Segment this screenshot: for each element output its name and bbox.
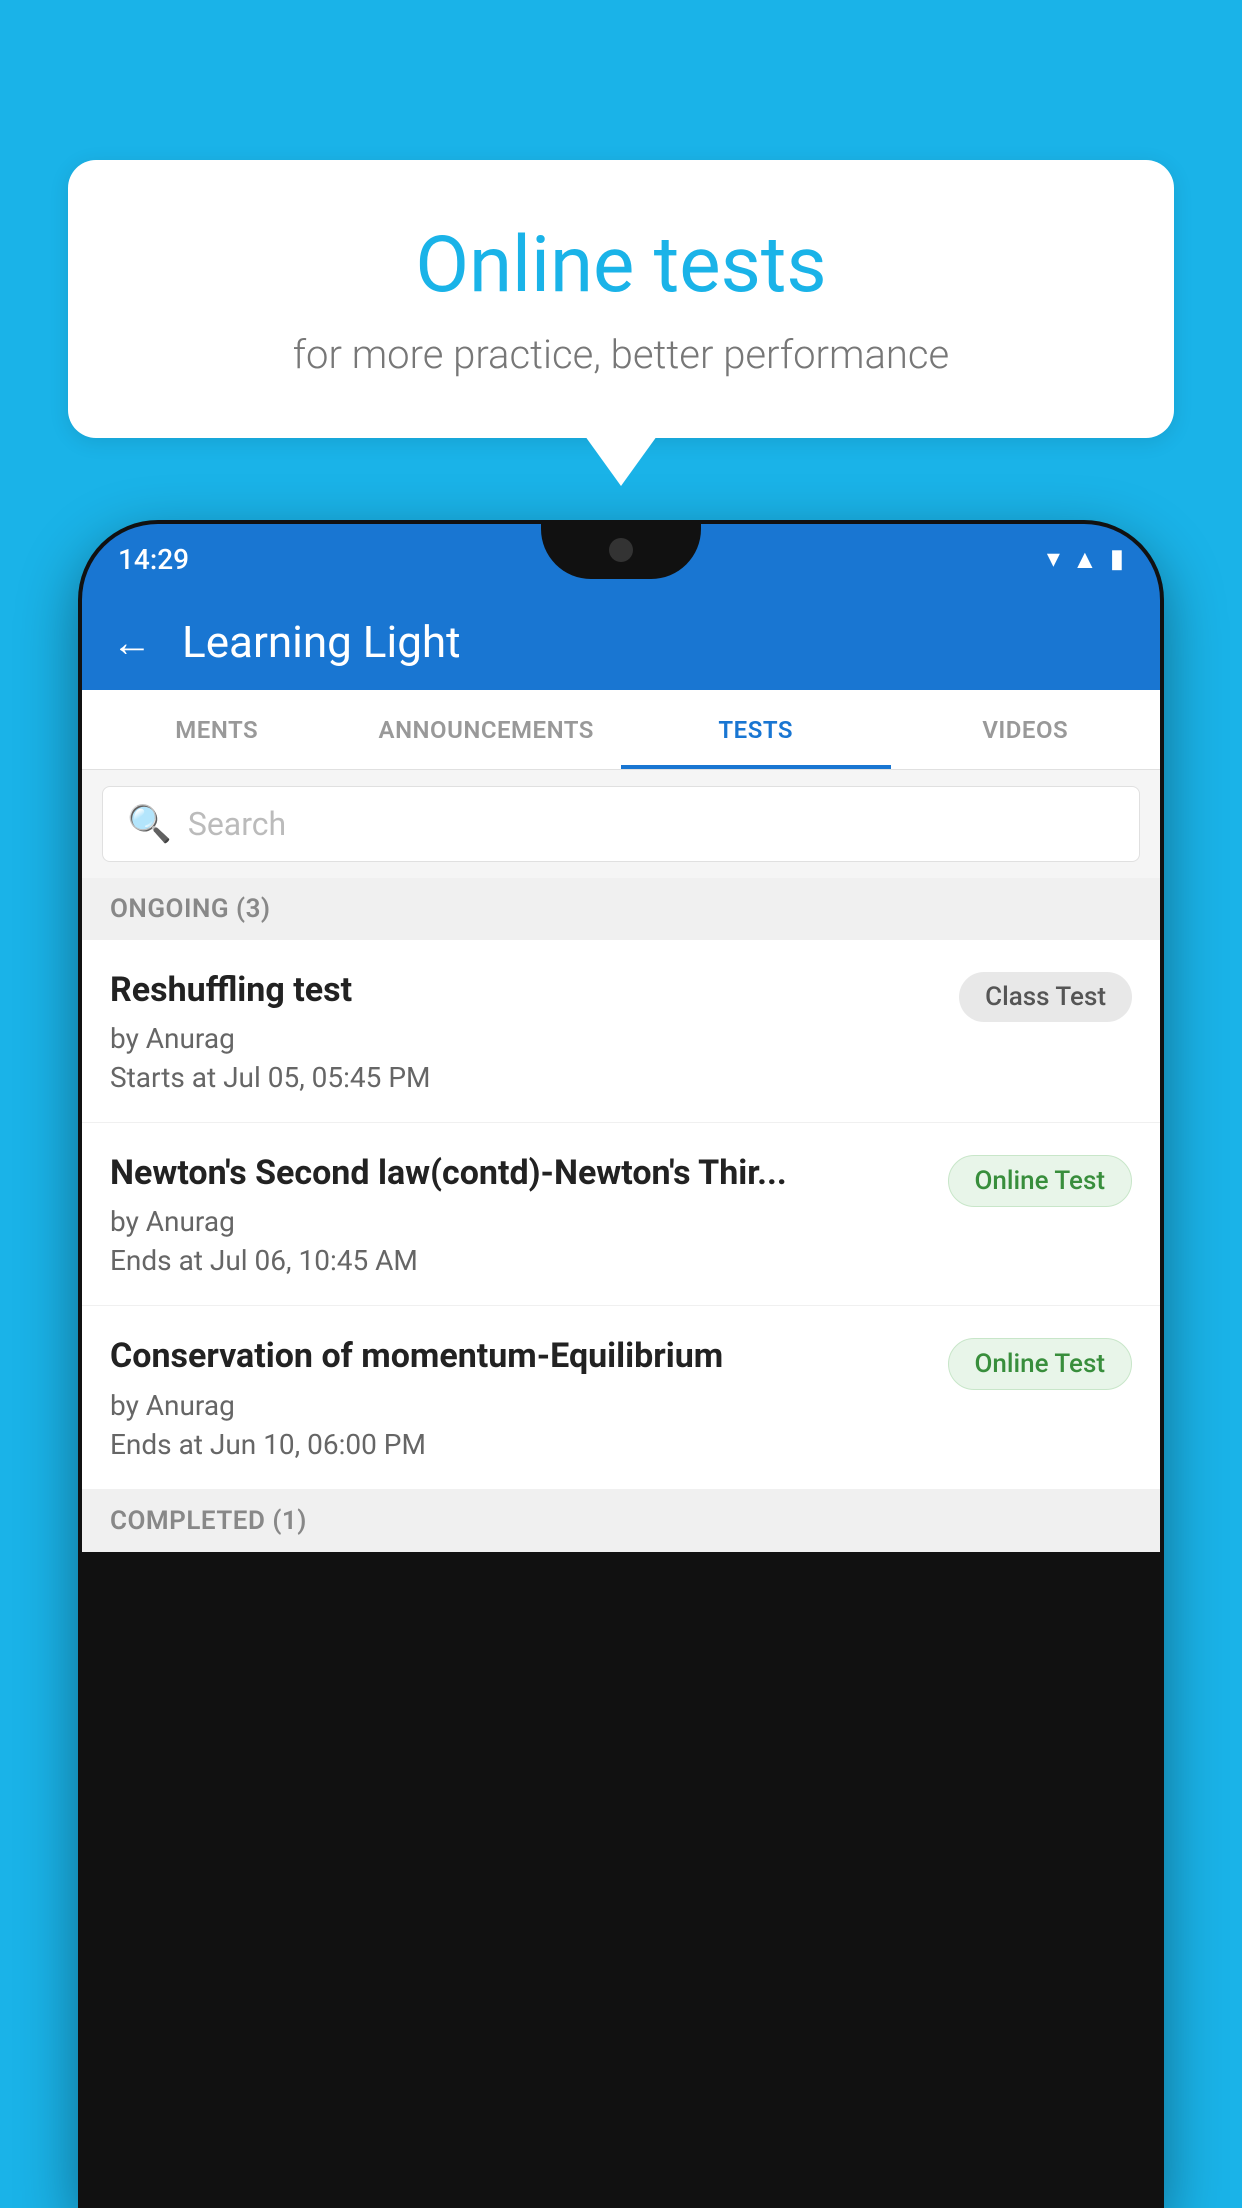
test-name-2: Newton's Second law(contd)-Newton's Thir… <box>110 1151 928 1195</box>
test-list: Reshuffling test by Anurag Starts at Jul… <box>82 940 1160 1490</box>
wifi-icon: ▾ <box>1047 544 1060 574</box>
tab-announcements[interactable]: ANNOUNCEMENTS <box>352 690 622 769</box>
status-bar: 14:29 ▾ ▲ ▮ <box>82 524 1160 594</box>
test-by-1: by Anurag <box>110 1022 939 1055</box>
speech-bubble: Online tests for more practice, better p… <box>68 160 1174 438</box>
completed-section-header: COMPLETED (1) <box>82 1490 1160 1552</box>
signal-icon: ▲ <box>1072 544 1098 575</box>
app-header: ← Learning Light <box>82 594 1160 690</box>
app-title: Learning Light <box>182 616 461 668</box>
battery-icon: ▮ <box>1110 544 1124 574</box>
status-time: 14:29 <box>118 543 189 576</box>
camera-dot <box>609 538 633 562</box>
search-input-wrap[interactable]: 🔍 Search <box>102 786 1140 862</box>
test-item[interactable]: Conservation of momentum-Equilibrium by … <box>82 1306 1160 1489</box>
speech-bubble-subtitle: for more practice, better performance <box>108 331 1134 378</box>
test-info-2: Newton's Second law(contd)-Newton's Thir… <box>110 1151 928 1277</box>
test-badge-3: Online Test <box>948 1338 1133 1390</box>
phone-frame: 14:29 ▾ ▲ ▮ ← Learning Light MENTS ANNOU… <box>78 520 1164 2208</box>
test-item[interactable]: Newton's Second law(contd)-Newton's Thir… <box>82 1123 1160 1306</box>
test-badge-1: Class Test <box>959 972 1132 1022</box>
test-name-1: Reshuffling test <box>110 968 939 1012</box>
test-time-2: Ends at Jul 06, 10:45 AM <box>110 1244 928 1277</box>
search-icon: 🔍 <box>127 803 172 845</box>
test-item[interactable]: Reshuffling test by Anurag Starts at Jul… <box>82 940 1160 1123</box>
status-icons: ▾ ▲ ▮ <box>1047 544 1124 575</box>
search-placeholder: Search <box>188 805 286 843</box>
test-time-3: Ends at Jun 10, 06:00 PM <box>110 1428 928 1461</box>
test-name-3: Conservation of momentum-Equilibrium <box>110 1334 928 1378</box>
notch <box>541 524 701 579</box>
completed-header-text: COMPLETED (1) <box>110 1506 307 1536</box>
test-info-3: Conservation of momentum-Equilibrium by … <box>110 1334 928 1460</box>
tabs-bar: MENTS ANNOUNCEMENTS TESTS VIDEOS <box>82 690 1160 770</box>
test-by-3: by Anurag <box>110 1389 928 1422</box>
ongoing-section-header: ONGOING (3) <box>82 878 1160 940</box>
ongoing-header-text: ONGOING (3) <box>110 894 271 924</box>
phone-inner: 14:29 ▾ ▲ ▮ ← Learning Light MENTS ANNOU… <box>82 524 1160 2204</box>
test-by-2: by Anurag <box>110 1205 928 1238</box>
test-badge-2: Online Test <box>948 1155 1133 1207</box>
test-time-1: Starts at Jul 05, 05:45 PM <box>110 1061 939 1094</box>
speech-bubble-title: Online tests <box>108 220 1134 311</box>
back-button[interactable]: ← <box>112 619 152 666</box>
search-bar: 🔍 Search <box>82 770 1160 878</box>
tab-tests[interactable]: TESTS <box>621 690 891 769</box>
tab-videos[interactable]: VIDEOS <box>891 690 1161 769</box>
tab-ments[interactable]: MENTS <box>82 690 352 769</box>
test-info-1: Reshuffling test by Anurag Starts at Jul… <box>110 968 939 1094</box>
